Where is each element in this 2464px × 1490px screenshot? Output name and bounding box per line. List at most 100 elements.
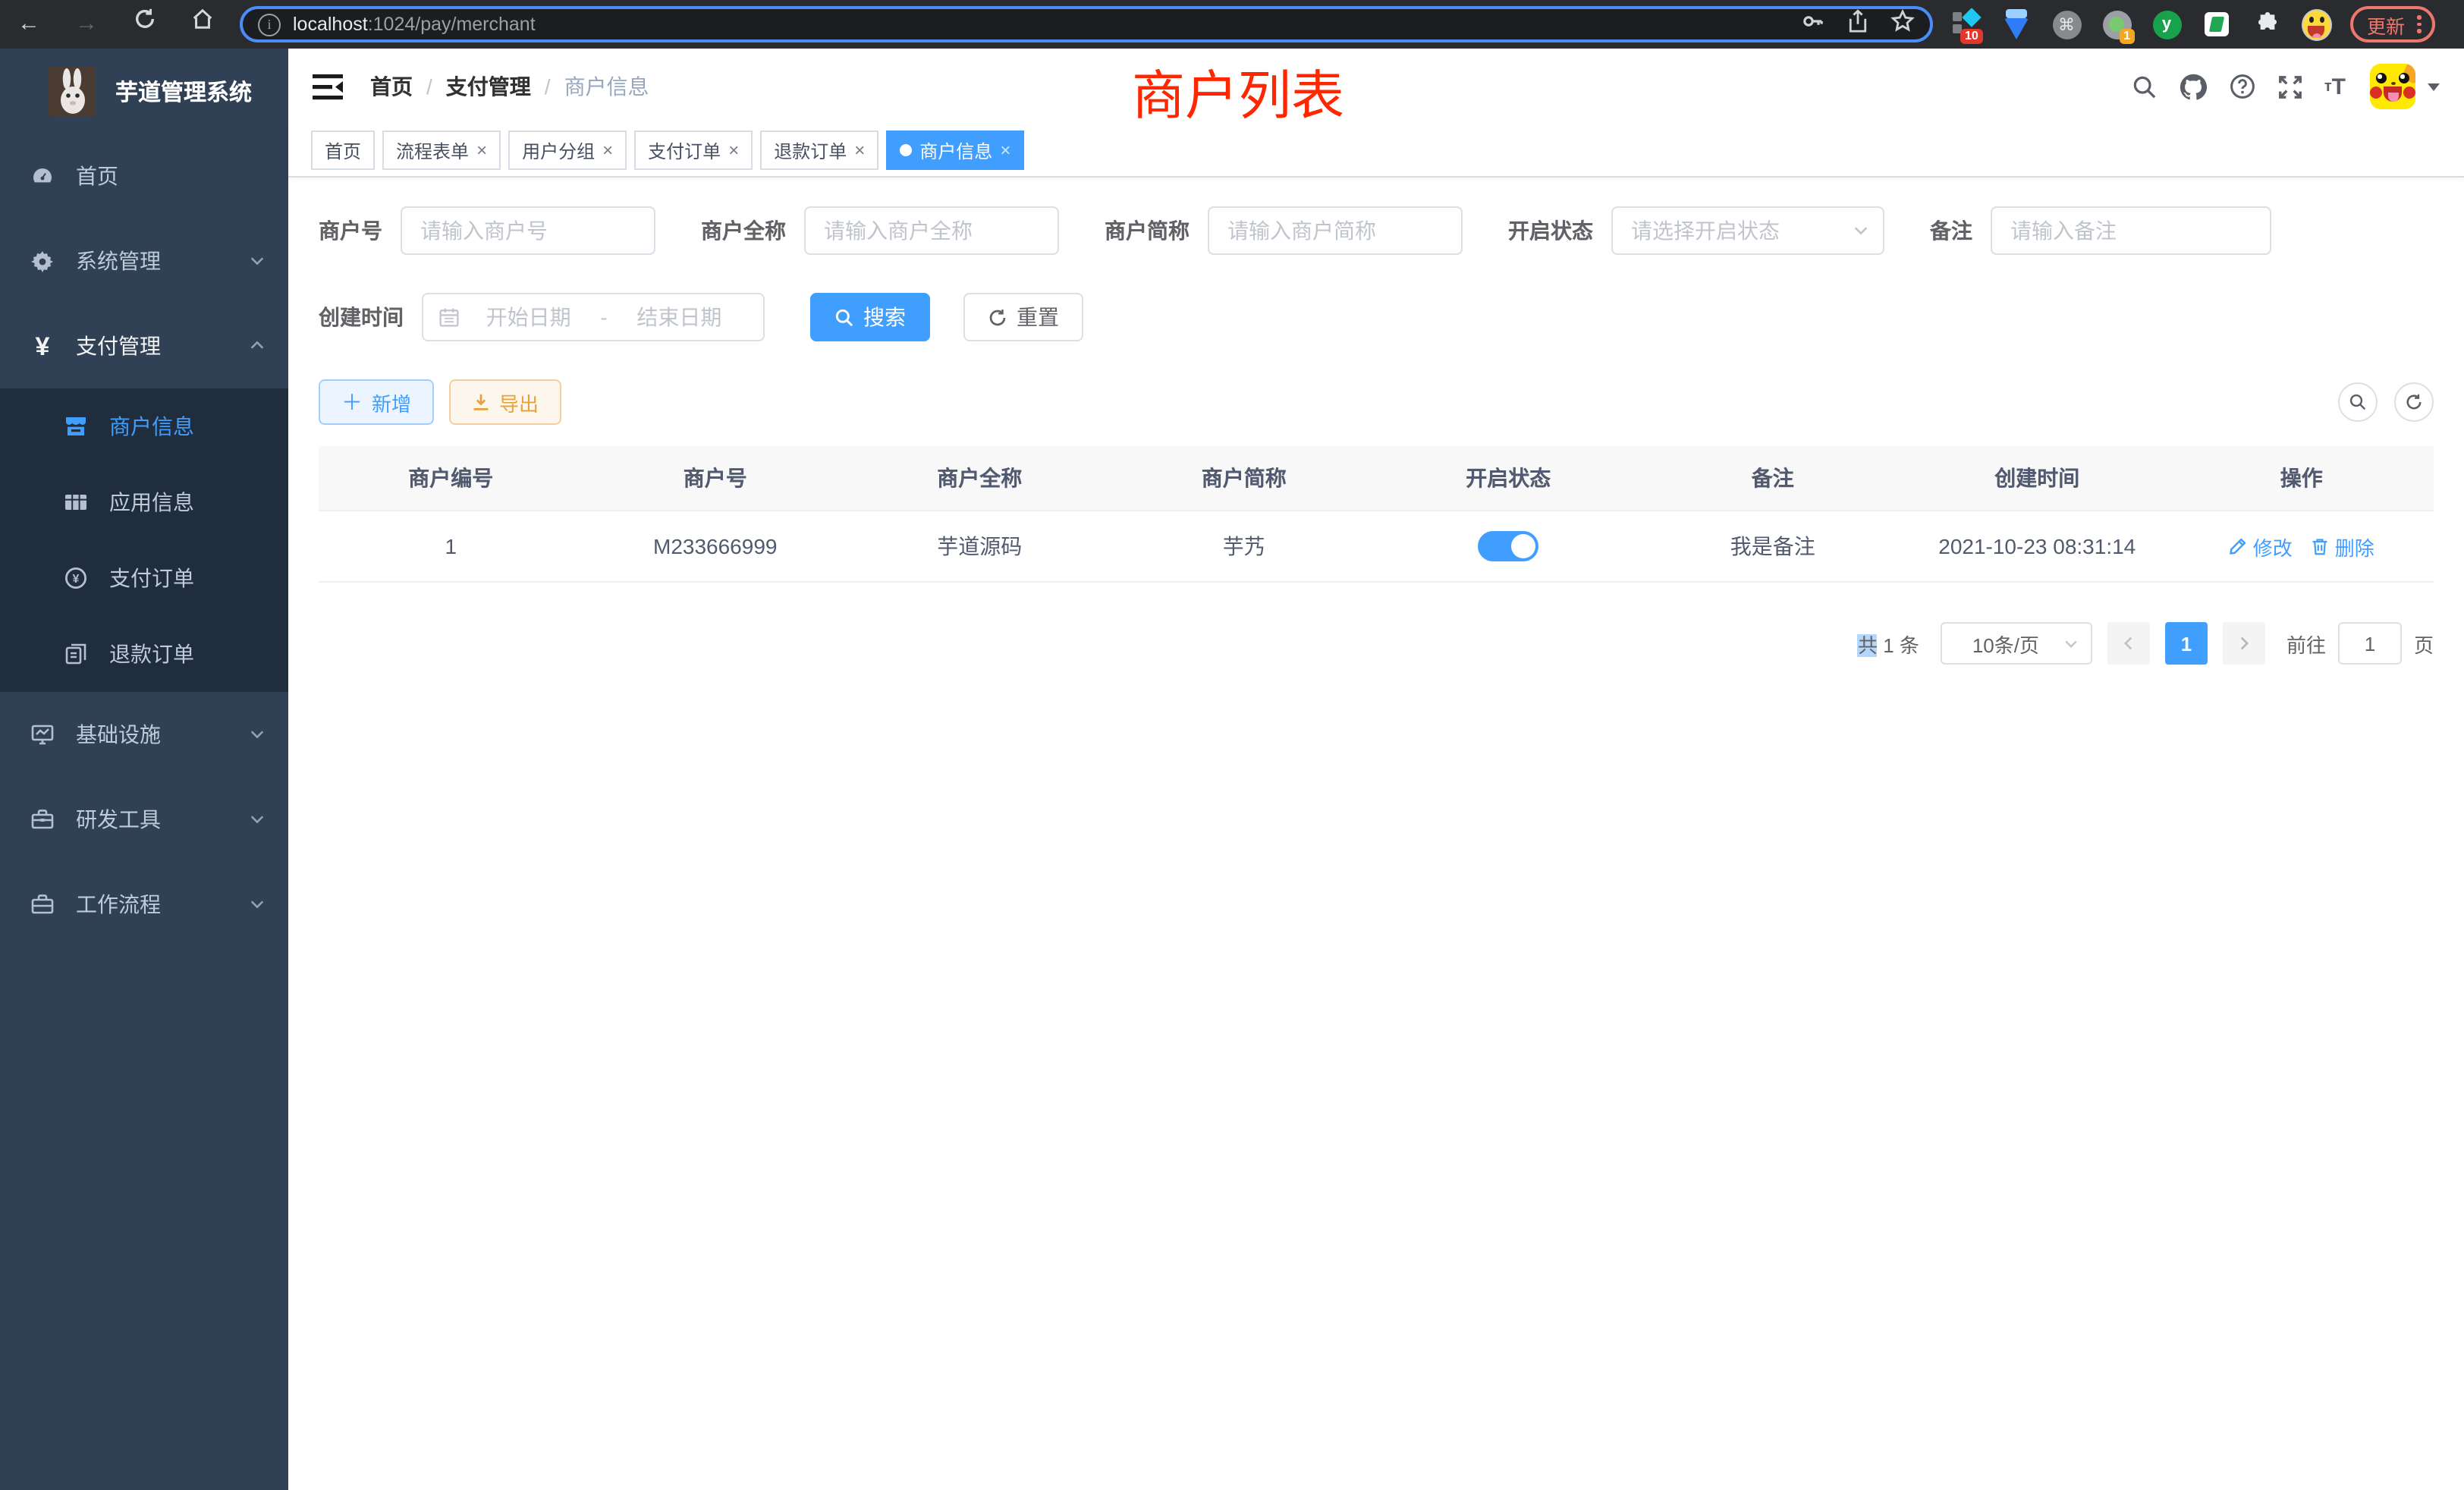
user-avatar[interactable]	[2370, 64, 2415, 109]
pagination: 共 1 条 10条/页 1 前往	[319, 622, 2434, 665]
status-toggle[interactable]	[1478, 531, 1538, 561]
extension-badge: 10	[1960, 29, 1983, 44]
merchant-no-label: 商户号	[319, 215, 382, 246]
app-logo	[49, 66, 96, 116]
reset-button[interactable]: 重置	[963, 293, 1083, 341]
svg-text:¥: ¥	[73, 573, 80, 586]
table-row: 1 M233666999 芋道源码 芋艿 我是备注 2021-10-23 08:…	[319, 511, 2434, 583]
cell-create-time: 2021-10-23 08:31:14	[1905, 534, 2170, 558]
profile-avatar-icon[interactable]	[2302, 9, 2332, 39]
app-title: 芋道管理系统	[115, 75, 252, 107]
refresh-table-button[interactable]	[2394, 382, 2434, 422]
create-time-label: 创建时间	[319, 302, 404, 332]
status-select[interactable]: 请选择开启状态	[1611, 206, 1884, 255]
sidebar-item-infrastructure[interactable]: 基础设施	[0, 692, 288, 777]
remark-label: 备注	[1930, 215, 1972, 246]
tab-home[interactable]: 首页	[311, 130, 375, 170]
toggle-search-button[interactable]	[2338, 382, 2378, 422]
chrome-update-button[interactable]: 更新	[2350, 6, 2434, 42]
short-name-input[interactable]	[1208, 206, 1463, 255]
breadcrumb-home[interactable]: 首页	[370, 71, 413, 102]
sidebar: 芋道管理系统 首页 系统管理 ¥ 支付管理	[0, 49, 288, 1490]
tab-refund-order[interactable]: 退款订单×	[760, 130, 878, 170]
delete-link[interactable]: 删除	[2311, 532, 2374, 561]
bookmark-star-icon[interactable]	[1890, 8, 1915, 40]
close-icon[interactable]: ×	[728, 141, 739, 159]
merchant-no-input[interactable]	[401, 206, 655, 255]
breadcrumb-merchant-info: 商户信息	[564, 71, 649, 102]
cell-short-name: 芋艿	[1112, 531, 1377, 561]
chevron-up-icon	[249, 334, 266, 358]
shop-icon	[64, 414, 88, 439]
extension-gem-icon[interactable]	[2001, 9, 2032, 39]
tags-view-bar: 首页 流程表单× 用户分组× 支付订单× 退款订单× 商户信息×	[288, 124, 2464, 178]
export-button[interactable]: 导出	[449, 379, 561, 425]
home-icon[interactable]	[173, 0, 231, 49]
start-date-placeholder: 开始日期	[460, 302, 597, 332]
sidebar-item-system[interactable]: 系统管理	[0, 218, 288, 303]
search-button[interactable]: 搜索	[810, 293, 930, 341]
coin-icon: ¥	[64, 566, 88, 590]
close-icon[interactable]: ×	[1000, 141, 1010, 159]
forward-icon[interactable]: →	[58, 0, 115, 49]
next-page-button[interactable]	[2223, 622, 2265, 665]
download-icon	[472, 393, 490, 411]
sidebar-item-merchant-info[interactable]: 商户信息	[0, 388, 288, 464]
fullscreen-icon[interactable]	[2277, 74, 2303, 99]
remark-input[interactable]	[1991, 206, 2271, 255]
sidebar-item-pay-order[interactable]: ¥ 支付订单	[0, 540, 288, 616]
breadcrumb-payment[interactable]: 支付管理	[446, 71, 531, 102]
reload-icon[interactable]	[115, 0, 173, 49]
edit-link[interactable]: 修改	[2229, 532, 2293, 561]
trash-icon	[2311, 537, 2329, 555]
address-bar[interactable]: i localhost:1024/pay/merchant	[240, 6, 1933, 42]
goto-page-input[interactable]	[2338, 622, 2402, 665]
extension-green-square-icon[interactable]	[2202, 9, 2232, 39]
sidebar-item-workflow[interactable]: 工作流程	[0, 862, 288, 947]
page-size-select[interactable]: 10条/页	[1941, 622, 2092, 665]
close-icon[interactable]: ×	[854, 141, 865, 159]
create-time-range-picker[interactable]: 开始日期 - 结束日期	[422, 293, 765, 341]
extensions-puzzle-icon[interactable]	[2252, 9, 2282, 39]
tab-merchant-info[interactable]: 商户信息×	[886, 130, 1024, 170]
back-icon[interactable]: ←	[0, 0, 58, 49]
extension-grid-diamond-icon[interactable]: 10	[1951, 9, 1982, 39]
header-search-icon[interactable]	[2132, 74, 2158, 99]
sidebar-item-dev-tools[interactable]: 研发工具	[0, 777, 288, 862]
page-number-1[interactable]: 1	[2165, 622, 2208, 665]
avatar-caret-icon[interactable]	[2428, 83, 2440, 90]
tab-process-form[interactable]: 流程表单×	[382, 130, 501, 170]
sidebar-item-app-info[interactable]: 应用信息	[0, 464, 288, 540]
site-info-icon[interactable]: i	[258, 13, 281, 36]
sidebar-item-refund-order[interactable]: 退款订单	[0, 616, 288, 692]
help-icon[interactable]	[2229, 73, 2256, 100]
add-button[interactable]: ＋ 新增	[319, 379, 434, 425]
font-size-icon[interactable]: тT	[2324, 74, 2346, 99]
navbar: 首页 / 支付管理 / 商户信息	[288, 49, 2464, 124]
url-text[interactable]: localhost:1024/pay/merchant	[293, 14, 536, 35]
share-icon[interactable]	[1846, 8, 1869, 40]
prev-page-button[interactable]	[2107, 622, 2150, 665]
github-icon[interactable]	[2179, 72, 2208, 101]
sidebar-collapse-icon[interactable]	[313, 74, 343, 99]
short-name-label: 商户简称	[1105, 215, 1190, 246]
tab-pay-order[interactable]: 支付订单×	[634, 130, 753, 170]
sidebar-logo-row[interactable]: 芋道管理系统	[0, 49, 288, 134]
cell-merchant-no: M233666999	[583, 534, 848, 558]
dashboard-icon	[30, 164, 55, 188]
extension-y-icon[interactable]: y	[2151, 9, 2182, 39]
tab-user-group[interactable]: 用户分组×	[508, 130, 627, 170]
chevron-down-icon	[249, 807, 266, 831]
sidebar-item-payment[interactable]: ¥ 支付管理	[0, 303, 288, 388]
close-icon[interactable]: ×	[476, 141, 487, 159]
extension-command-icon[interactable]: ⌘	[2051, 9, 2082, 39]
password-key-icon[interactable]	[1801, 8, 1825, 40]
browser-menu-icon[interactable]	[2417, 16, 2421, 33]
full-name-input[interactable]	[804, 206, 1059, 255]
page-unit-label: 页	[2414, 629, 2434, 658]
calendar-icon	[438, 306, 460, 328]
briefcase-icon	[30, 892, 55, 916]
sidebar-item-home[interactable]: 首页	[0, 134, 288, 218]
close-icon[interactable]: ×	[602, 141, 613, 159]
extension-recorder-icon[interactable]: 1	[2101, 9, 2132, 39]
